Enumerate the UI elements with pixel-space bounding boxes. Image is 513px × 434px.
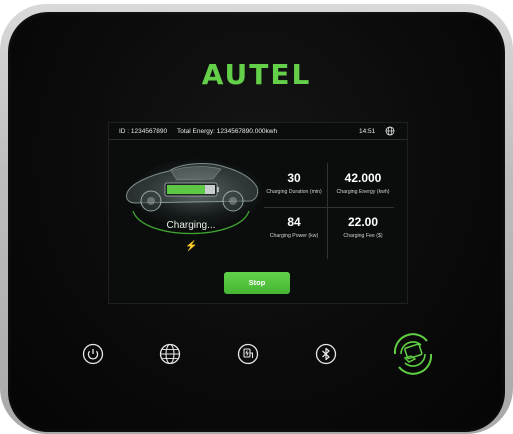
stat-value: 30 bbox=[287, 171, 301, 185]
car-charging-panel: Charging... ⚡ bbox=[117, 145, 265, 261]
charging-status-label: Charging... bbox=[166, 220, 216, 231]
charger-id: ID : 1234567890 bbox=[119, 128, 168, 135]
network-icon[interactable] bbox=[159, 343, 181, 365]
stat-value: 22.00 bbox=[347, 215, 379, 229]
globe-icon[interactable] bbox=[385, 126, 395, 136]
status-bar: ID : 1234567890 Total Energy: 1234567890… bbox=[109, 123, 407, 140]
charging-plug-icon[interactable] bbox=[237, 343, 259, 365]
clock-time: 14:51 bbox=[359, 128, 376, 135]
power-icon[interactable] bbox=[82, 343, 104, 365]
stat-charging-fee: 22.00 Charging Fee ($) bbox=[328, 215, 398, 239]
rfid-card-icon[interactable] bbox=[387, 328, 439, 380]
stat-label: Charging Power (kw) bbox=[269, 233, 319, 239]
brand-logo: AUTEL bbox=[201, 58, 312, 91]
lightning-icon: ⚡ bbox=[185, 241, 198, 252]
stat-value: 42.000 bbox=[344, 171, 382, 185]
stats-divider-horizontal bbox=[264, 207, 394, 208]
display-screen: ID : 1234567890 Total Energy: 1234567890… bbox=[108, 122, 408, 304]
stat-charging-duration: 30 Charging Duration (min) bbox=[259, 171, 329, 195]
stat-charging-power: 84 Charging Power (kw) bbox=[259, 215, 329, 239]
stat-label: Charging Duration (min) bbox=[266, 189, 322, 195]
stat-charging-energy: 42.000 Charging Energy (kwh) bbox=[328, 171, 398, 195]
stat-label: Charging Energy (kwh) bbox=[336, 189, 390, 195]
stat-value: 84 bbox=[287, 215, 301, 229]
stat-label: Charging Fee ($) bbox=[343, 233, 383, 239]
total-energy: Total Energy: 1234567890.000kwh bbox=[177, 128, 278, 135]
stop-button[interactable]: Stop bbox=[224, 272, 290, 294]
bluetooth-icon[interactable] bbox=[315, 343, 337, 365]
